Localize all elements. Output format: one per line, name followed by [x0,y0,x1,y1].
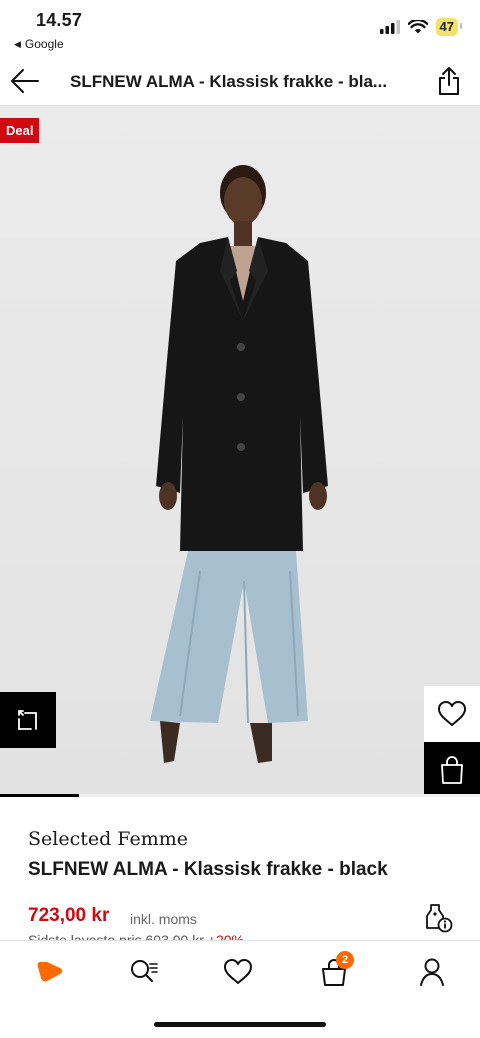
search-icon [131,960,158,982]
gallery-progress-fill [0,794,80,797]
heart-icon [224,959,252,984]
lowest-price-note: Sidste laveste pris 603,00 kr +20% [28,932,244,940]
wifi-icon [407,20,428,34]
cart-count-badge: 2 [336,951,354,969]
tab-bag[interactable]: 2 [316,951,354,989]
tab-search[interactable] [126,955,162,989]
vat-note: inkl. moms [130,911,197,927]
heart-icon [438,701,466,726]
status-time: 14.57 [36,10,83,30]
page-title: SLFNEW ALMA - Klassisk frakke - bla... [70,72,388,91]
deal-badge: Deal [0,118,40,143]
compare-button[interactable] [0,692,56,748]
battery-indicator: 47 [435,18,463,36]
compare-icon [18,710,37,730]
gallery-progress-bar [0,794,480,797]
add-to-bag-button[interactable] [424,742,480,796]
status-bar: 14.57 ◀ Google 47 [0,0,480,56]
tab-home[interactable] [32,955,68,989]
back-to-app-link[interactable]: ◀ Google [14,37,64,51]
bottom-tab-bar: 2 [0,940,480,1004]
user-icon [420,958,444,986]
back-app-label: Google [24,37,64,51]
signal-icon [379,20,400,34]
status-indicators: 47 [379,18,463,36]
product-nav-bar: SLFNEW ALMA - Klassisk frakke - bla... [0,56,480,106]
shopping-bag-icon [441,756,463,784]
tab-profile[interactable] [414,955,450,989]
lowest-price-label: Sidste laveste pris [28,932,142,940]
back-triangle-icon: ◀ [14,38,21,49]
lowest-price-change: +20% [207,932,244,940]
product-price: 723,00 kr [28,905,110,926]
tab-wishlist[interactable] [220,955,256,989]
lowest-price-value: 603,00 kr [145,932,204,940]
product-photo [150,165,328,763]
brand-name[interactable]: Selected Femme [28,828,188,850]
product-name: SLFNEW ALMA - Klassisk frakke - black [28,859,388,880]
zalando-logo-icon [37,962,63,982]
add-to-wishlist-button[interactable] [424,686,480,742]
arrow-left-icon[interactable] [10,67,40,95]
price-tag-info-icon[interactable] [422,902,454,934]
home-indicator [154,1022,326,1027]
share-icon[interactable] [436,66,462,96]
product-image-gallery[interactable]: Deal [0,106,480,796]
